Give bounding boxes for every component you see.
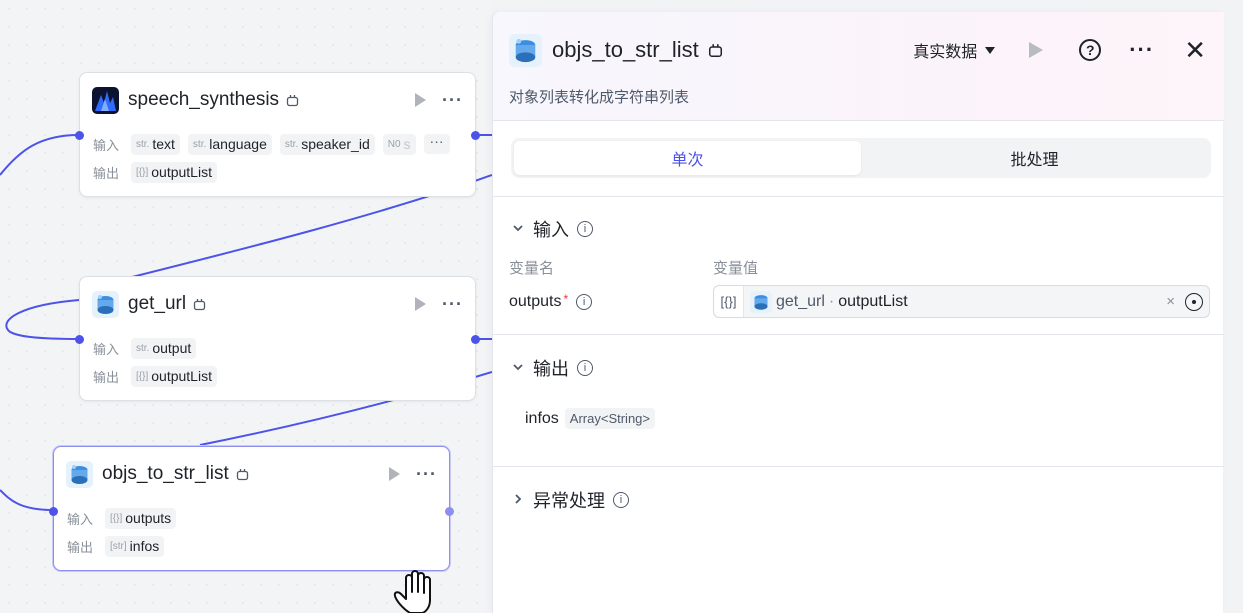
node-more-icon[interactable]: ··· [416,465,437,483]
input-param: str. text [131,133,180,155]
hand-cursor-icon [393,570,431,613]
output-param: [{}] outputList [131,161,217,183]
ref-field-name: outputList [838,292,908,310]
run-node-icon[interactable] [415,297,427,311]
caret-down-icon [985,46,996,54]
info-icon[interactable]: i [577,221,593,237]
inputs-label: 输入 [93,137,120,153]
plugin-badge-icon [708,43,722,57]
tab-batch[interactable]: 批处理 [861,141,1208,175]
output-handle[interactable] [471,335,480,344]
node-title: speech_synthesis [128,89,280,110]
plugin-badge-icon [236,468,248,480]
clear-icon[interactable]: × [1166,293,1175,310]
inputs-label: 输入 [67,511,94,527]
workflow-canvas[interactable]: speech_synthesis ··· 输入 str. text str. lan… [0,0,492,613]
info-icon[interactable]: i [576,294,593,310]
input-param: str. language [187,133,272,155]
plugin-icon [66,460,93,488]
more-icon[interactable]: ··· [1129,39,1154,61]
output-variable: infos Array<String> [525,408,655,429]
plugin-badge-icon [286,94,299,106]
divider [493,466,1224,467]
error-section-title: 异常处理 [533,491,605,511]
output-param: [{}] outputList [131,365,217,387]
help-icon[interactable]: ? [1079,39,1102,61]
node-objs-to-str-list[interactable]: objs_to_str_list ··· 输入 [{}] outputs 输出 [… [49,446,454,571]
output-section-title: 输出 [533,359,569,379]
input-section-header[interactable]: 输入 i [511,216,593,242]
error-section-header[interactable]: 异常处理 i [511,487,629,513]
input-param: [{}] outputs [105,507,177,529]
run-icon[interactable] [1029,42,1044,58]
data-mode-select[interactable]: 真实数据 [913,38,996,62]
var-value-column: 变量值 [713,260,759,277]
input-param: N0 s [382,133,416,155]
var-name-column: 变量名 [509,260,555,277]
var-value-reference-input[interactable]: [{}] get_url · outputList × [713,285,1210,318]
plugin-icon [509,33,542,67]
input-param: str. output [131,337,197,359]
input-param: str. speaker_id [279,133,375,155]
var-name-outputs: outputs * i [509,292,593,311]
ref-separator: · [828,292,835,310]
outputs-label: 输出 [93,165,120,181]
chevron-down-icon [511,221,525,238]
node-detail-panel: objs_to_str_list 真实数据 ? ··· ✕ 对象列表转化成字符串… [492,12,1224,613]
plugin-icon [92,290,119,318]
close-icon[interactable]: ✕ [1184,37,1206,63]
required-mark: * [563,292,569,306]
input-handle[interactable] [75,335,84,344]
more-params-button[interactable]: ··· [423,134,450,154]
node-more-icon[interactable]: ··· [442,91,463,109]
outputs-label: 输出 [67,539,94,555]
input-section-title: 输入 [533,220,569,240]
info-icon[interactable]: i [577,360,593,376]
var-name-label: outputs [509,293,562,310]
output-name: infos [525,409,559,427]
divider [493,334,1224,335]
edge-into-objs [0,489,54,511]
inputs-label: 输入 [93,341,120,357]
output-section-header[interactable]: 输出 i [511,355,593,381]
output-param: [str] infos [105,535,165,557]
run-node-icon[interactable] [389,467,401,481]
chevron-right-icon [511,492,525,509]
node-get-url[interactable]: get_url ··· 输入 str. output 输出 [{}] outputL… [75,276,480,401]
variable-picker-icon[interactable] [1185,292,1203,311]
panel-header: objs_to_str_list 真实数据 ? ··· ✕ 对象列表转化成字符串… [493,12,1224,120]
data-mode-label: 真实数据 [913,44,978,61]
speech-synthesis-icon [92,86,119,114]
node-speech-synthesis[interactable]: speech_synthesis ··· 输入 str. text str. lan… [75,72,480,197]
info-icon[interactable]: i [613,492,629,508]
chevron-down-icon [511,360,525,377]
tab-single[interactable]: 单次 [514,141,861,175]
output-handle[interactable] [471,131,480,140]
divider [493,120,1224,121]
node-title: objs_to_str_list [102,463,229,484]
input-handle[interactable] [75,131,84,140]
plugin-badge-icon [193,298,206,310]
value-type-indicator: [{}] [714,286,744,317]
input-handle[interactable] [49,507,58,516]
plugin-icon [750,290,772,313]
ref-node-name: get_url [776,292,825,310]
output-handle[interactable] [445,507,454,516]
edge-into-speech-synthesis [0,134,80,176]
run-mode-tabs: 单次 批处理 [511,138,1211,178]
divider [493,196,1224,197]
run-node-icon[interactable] [415,93,427,107]
panel-description: 对象列表转化成字符串列表 [509,89,690,106]
edge-loop-into-geturl [5,299,80,340]
outputs-label: 输出 [93,369,120,385]
output-type-badge: Array<String> [564,408,655,429]
panel-title: objs_to_str_list [552,37,699,62]
node-title: get_url [128,293,187,314]
node-more-icon[interactable]: ··· [442,295,463,313]
